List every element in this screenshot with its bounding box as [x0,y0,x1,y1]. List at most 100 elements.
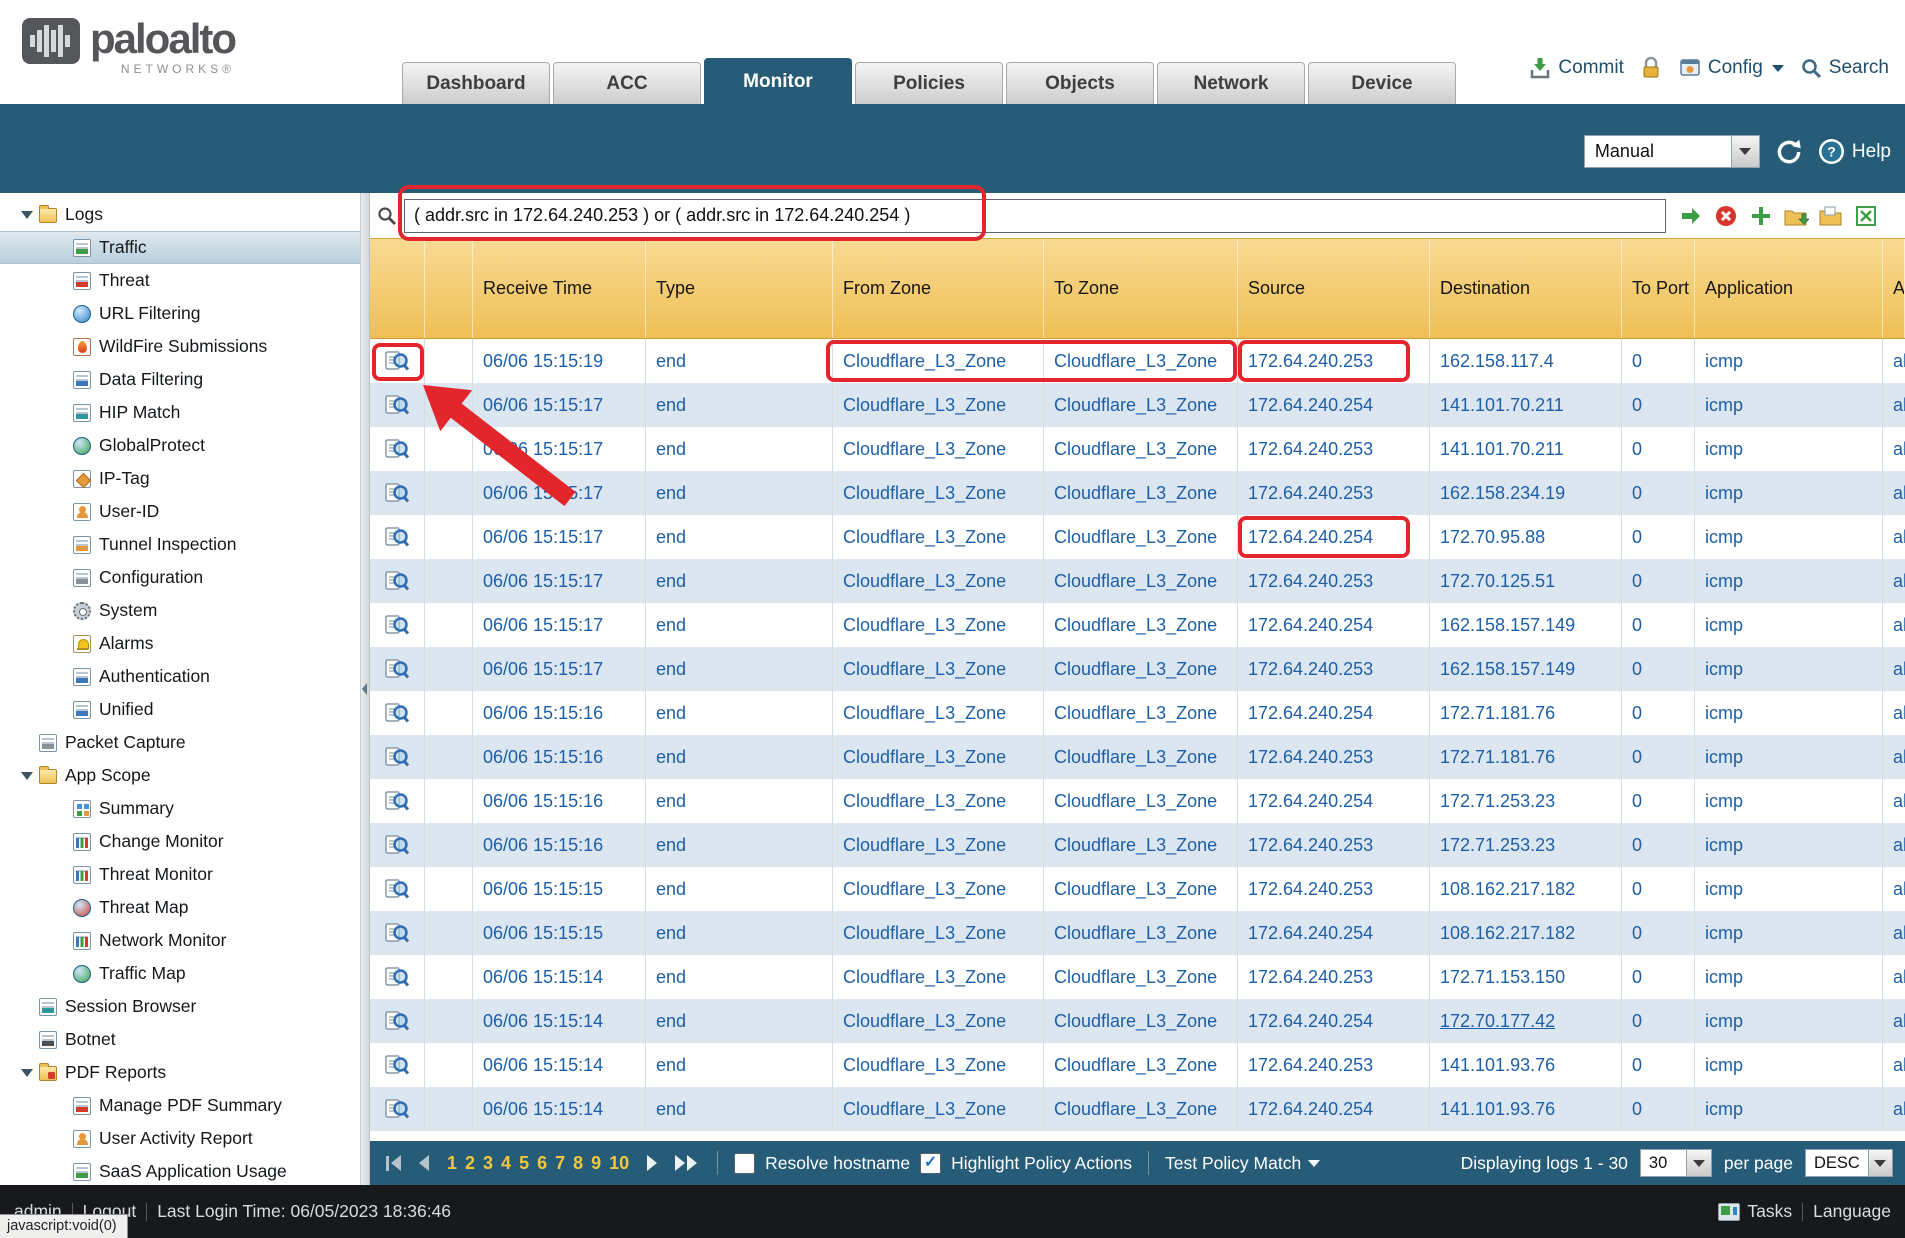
sidebar-item-summary[interactable]: Summary [0,792,360,825]
log-row[interactable]: 06/06 15:15:14 end Cloudflare_L3_Zone Cl… [370,1087,1905,1131]
log-detail-magnifier-icon[interactable] [384,1096,410,1122]
page-number-link[interactable]: 9 [591,1153,601,1174]
sidebar-item-saas-application-usage[interactable]: SaaS Application Usage [0,1155,360,1185]
sidebar-item-threat[interactable]: Threat [0,264,360,297]
previous-page-button[interactable] [415,1155,433,1171]
tab-acc[interactable]: ACC [553,62,701,104]
sidebar-item-globalprotect[interactable]: GlobalProtect [0,429,360,462]
log-detail-magnifier-icon[interactable] [384,788,410,814]
next-page-button[interactable] [643,1155,661,1171]
sidebar-item-network-monitor[interactable]: Network Monitor [0,924,360,957]
select-dropdown-button[interactable] [1731,136,1759,167]
log-detail-magnifier-icon[interactable] [384,612,410,638]
log-row[interactable]: 06/06 15:15:14 end Cloudflare_L3_Zone Cl… [370,1043,1905,1087]
add-filter-button[interactable] [1748,203,1774,229]
sidebar-item-url-filtering[interactable]: URL Filtering [0,297,360,330]
resolve-hostname-checkbox[interactable] [734,1153,755,1174]
refresh-mode-select[interactable]: Manual [1584,135,1760,168]
sidebar-item-threat-monitor[interactable]: Threat Monitor [0,858,360,891]
export-logs-button[interactable] [1853,203,1879,229]
page-number-link[interactable]: 8 [573,1153,583,1174]
tab-objects[interactable]: Objects [1006,62,1154,104]
log-detail-magnifier-icon[interactable] [384,744,410,770]
page-size-select[interactable]: 30 [1640,1149,1712,1177]
log-row[interactable]: 06/06 15:15:16 end Cloudflare_L3_Zone Cl… [370,823,1905,867]
header-from-zone[interactable]: From Zone [833,239,1044,338]
log-row[interactable]: 06/06 15:15:17 end Cloudflare_L3_Zone Cl… [370,515,1905,559]
sidebar-item-change-monitor[interactable]: Change Monitor [0,825,360,858]
log-detail-magnifier-icon[interactable] [384,700,410,726]
log-detail-magnifier-icon[interactable] [384,524,410,550]
log-row[interactable]: 06/06 15:15:15 end Cloudflare_L3_Zone Cl… [370,867,1905,911]
tab-network[interactable]: Network [1157,62,1305,104]
sidebar-item-session-browser[interactable]: Session Browser [0,990,360,1023]
sidebar-item-manage-pdf-summary[interactable]: Manage PDF Summary [0,1089,360,1122]
collapse-triangle-icon[interactable] [19,206,36,223]
log-detail-magnifier-icon[interactable] [384,920,410,946]
log-detail-magnifier-icon[interactable] [384,436,410,462]
log-row[interactable]: 06/06 15:15:15 end Cloudflare_L3_Zone Cl… [370,911,1905,955]
page-number-link[interactable]: 3 [483,1153,493,1174]
sidebar-item-botnet[interactable]: Botnet [0,1023,360,1056]
log-row[interactable]: 06/06 15:15:17 end Cloudflare_L3_Zone Cl… [370,427,1905,471]
first-page-button[interactable] [382,1155,405,1171]
sidebar-item-traffic-map[interactable]: Traffic Map [0,957,360,990]
collapse-triangle-icon[interactable] [19,1064,36,1081]
sidebar-item-system[interactable]: System [0,594,360,627]
collapse-triangle-icon[interactable] [19,767,36,784]
tab-policies[interactable]: Policies [855,62,1003,104]
tab-dashboard[interactable]: Dashboard [402,62,550,104]
tab-device[interactable]: Device [1308,62,1456,104]
last-page-button[interactable] [671,1155,701,1171]
page-number-link[interactable]: 2 [465,1153,475,1174]
sidebar-collapse-handle[interactable] [361,193,370,1185]
header-action[interactable]: Action [1883,239,1905,338]
log-row[interactable]: 06/06 15:15:17 end Cloudflare_L3_Zone Cl… [370,383,1905,427]
log-row[interactable]: 06/06 15:15:17 end Cloudflare_L3_Zone Cl… [370,603,1905,647]
sidebar-item-data-filtering[interactable]: Data Filtering [0,363,360,396]
sidebar-item-app-scope[interactable]: App Scope [0,759,360,792]
apply-filter-button[interactable] [1678,203,1704,229]
sidebar-item-user-id[interactable]: User-ID [0,495,360,528]
page-number-link[interactable]: 1 [447,1153,457,1174]
select-dropdown-button[interactable] [1686,1150,1711,1176]
sidebar-item-traffic[interactable]: Traffic [0,231,360,264]
tasks-button[interactable]: Tasks [1747,1201,1792,1222]
log-detail-magnifier-icon[interactable] [384,964,410,990]
save-filter-button[interactable] [1783,203,1809,229]
header-to-port[interactable]: To Port [1622,239,1695,338]
page-number-link[interactable]: 4 [501,1153,511,1174]
log-detail-magnifier-icon[interactable] [384,392,410,418]
log-detail-magnifier-icon[interactable] [384,876,410,902]
sidebar-item-pdf-reports[interactable]: PDF Reports [0,1056,360,1089]
header-application[interactable]: Application [1695,239,1883,338]
sidebar-item-configuration[interactable]: Configuration [0,561,360,594]
sidebar-item-authentication[interactable]: Authentication [0,660,360,693]
highlight-policy-actions-checkbox[interactable] [920,1153,941,1174]
log-row[interactable]: 06/06 15:15:14 end Cloudflare_L3_Zone Cl… [370,955,1905,999]
search-button[interactable]: Search [1800,57,1889,80]
header-destination[interactable]: Destination [1430,239,1622,338]
log-row[interactable]: 06/06 15:15:19 end Cloudflare_L3_Zone Cl… [370,339,1905,383]
log-row[interactable]: 06/06 15:15:14 end Cloudflare_L3_Zone Cl… [370,999,1905,1043]
config-menu-button[interactable]: Config [1678,56,1784,80]
log-row[interactable]: 06/06 15:15:16 end Cloudflare_L3_Zone Cl… [370,691,1905,735]
sort-order-select[interactable]: DESC [1805,1149,1893,1177]
sidebar-item-packet-capture[interactable]: Packet Capture [0,726,360,759]
log-detail-magnifier-icon[interactable] [384,568,410,594]
log-row[interactable]: 06/06 15:15:16 end Cloudflare_L3_Zone Cl… [370,779,1905,823]
page-number-link[interactable]: 7 [555,1153,565,1174]
clear-filter-button[interactable] [1713,203,1739,229]
log-detail-magnifier-icon[interactable] [384,480,410,506]
select-dropdown-button[interactable] [1868,1150,1892,1176]
log-filter-input[interactable] [404,199,1666,233]
log-row[interactable]: 06/06 15:15:17 end Cloudflare_L3_Zone Cl… [370,647,1905,691]
header-type[interactable]: Type [646,239,833,338]
refresh-icon[interactable] [1774,137,1804,167]
language-button[interactable]: Language [1813,1201,1891,1222]
page-number-link[interactable]: 6 [537,1153,547,1174]
log-row[interactable]: 06/06 15:15:17 end Cloudflare_L3_Zone Cl… [370,559,1905,603]
tab-monitor[interactable]: Monitor [704,58,852,104]
test-policy-match-button[interactable]: Test Policy Match [1165,1153,1320,1174]
page-number-link[interactable]: 10 [609,1153,629,1174]
